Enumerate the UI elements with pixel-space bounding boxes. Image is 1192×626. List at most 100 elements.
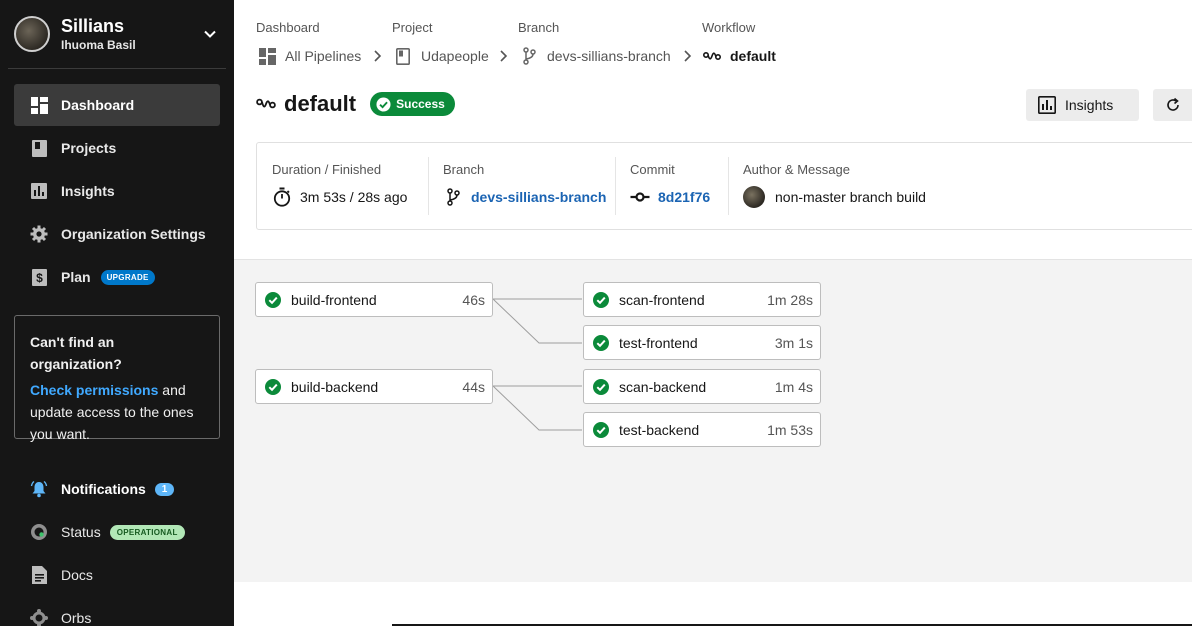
duration-value: 3m 53s / 28s ago: [300, 189, 408, 205]
breadcrumb-value: default: [730, 48, 776, 64]
sidebar-item-label: Dashboard: [61, 97, 135, 113]
breadcrumb-value: All Pipelines: [285, 48, 362, 64]
breadcrumb-label-dashboard: Dashboard: [256, 20, 320, 35]
sidebar-divider: [8, 68, 226, 69]
orbs-icon: [30, 609, 48, 626]
chevron-right-icon: [684, 50, 692, 62]
status-badge: OPERATIONAL: [109, 524, 185, 540]
user-name: Ihuoma Basil: [61, 38, 136, 52]
breadcrumb-value: Udapeople: [421, 48, 489, 64]
bell-icon: [30, 480, 48, 498]
workflow-header: default Success: [256, 90, 455, 118]
breadcrumb-workflow[interactable]: default: [703, 45, 776, 67]
job-build-frontend[interactable]: build-frontend 46s: [255, 282, 493, 317]
job-test-frontend[interactable]: test-frontend 3m 1s: [583, 325, 821, 360]
commit-message: non-master branch build: [775, 189, 926, 205]
notification-count-badge: 1: [154, 482, 175, 496]
status-label: Status: [61, 524, 101, 540]
job-name: test-backend: [619, 421, 700, 438]
job-name: scan-frontend: [619, 291, 705, 308]
breadcrumb-label-branch: Branch: [518, 20, 560, 35]
sidebar-item-status[interactable]: Status OPERATIONAL: [30, 520, 185, 544]
org-name: Sillians: [61, 16, 125, 36]
duration-label: Duration / Finished: [272, 162, 382, 177]
branch-link[interactable]: devs-sillians-branch: [471, 189, 606, 205]
check-circle-icon: [265, 378, 281, 395]
commit-icon: [630, 187, 650, 207]
breadcrumb-branch[interactable]: devs-sillians-branch: [520, 45, 671, 67]
job-duration: 3m 1s: [774, 335, 813, 351]
docs-icon: [30, 566, 48, 584]
job-build-backend[interactable]: build-backend 44s: [255, 369, 493, 404]
commit-label: Commit: [630, 162, 675, 177]
breadcrumb-project[interactable]: Udapeople: [394, 45, 489, 67]
org-switcher[interactable]: Sillians Ihuoma Basil: [14, 16, 226, 52]
job-name: build-frontend: [291, 291, 377, 308]
job-duration: 1m 28s: [767, 292, 813, 308]
insights-button-label: Insights: [1065, 97, 1114, 113]
check-permissions-link[interactable]: Check permissions: [30, 382, 158, 398]
workflow-info-bar: Duration / Finished 3m 53s / 28s ago Bra…: [256, 142, 1192, 230]
upgrade-badge[interactable]: UPGRADE: [100, 269, 155, 285]
check-circle-icon: [593, 334, 609, 351]
status-text: Success: [396, 97, 445, 111]
branch-icon: [443, 187, 463, 207]
insights-button[interactable]: Insights: [1026, 89, 1139, 121]
workflow-icon: [703, 47, 721, 65]
divider: [428, 157, 429, 215]
stopwatch-icon: [272, 187, 292, 207]
breadcrumb-label-workflow: Workflow: [702, 20, 756, 35]
projects-icon: [30, 139, 48, 157]
job-scan-frontend[interactable]: scan-frontend 1m 28s: [583, 282, 821, 317]
author-avatar: [743, 186, 765, 208]
sidebar-item-projects[interactable]: Projects: [14, 127, 220, 169]
chevron-right-icon: [500, 50, 508, 62]
status-icon: [30, 523, 48, 541]
sidebar-item-notifications[interactable]: Notifications 1: [30, 477, 175, 501]
job-scan-backend[interactable]: scan-backend 1m 4s: [583, 369, 821, 404]
sidebar-item-orbs[interactable]: Orbs: [30, 606, 91, 626]
sidebar-item-dashboard[interactable]: Dashboard: [14, 84, 220, 126]
org-help-title: Can't find an organization?: [30, 334, 122, 372]
sidebar-item-plan[interactable]: $ Plan UPGRADE: [14, 256, 220, 298]
refresh-icon: [1167, 97, 1179, 111]
divider: [615, 157, 616, 215]
job-duration: 44s: [462, 379, 485, 395]
insights-icon: [30, 182, 48, 200]
workflow-graph: build-frontend 46s scan-frontend 1m 28s …: [234, 259, 1192, 582]
chevron-down-icon[interactable]: [202, 26, 218, 42]
sidebar-item-insights[interactable]: Insights: [14, 170, 220, 212]
dashboard-icon: [30, 96, 48, 114]
workflow-icon: [256, 98, 276, 109]
job-duration: 46s: [462, 292, 485, 308]
job-test-backend[interactable]: test-backend 1m 53s: [583, 412, 821, 447]
divider: [728, 157, 729, 215]
status-badge: Success: [370, 92, 455, 116]
plan-icon: $: [30, 268, 48, 286]
job-duration: 1m 4s: [774, 379, 813, 395]
sidebar: Sillians Ihuoma Basil Dashboard Projects…: [0, 0, 234, 626]
sidebar-item-label: Organization Settings: [61, 226, 206, 242]
sidebar-item-organization-settings[interactable]: Organization Settings: [14, 213, 220, 255]
job-name: build-backend: [291, 378, 379, 395]
branch-icon: [520, 47, 538, 65]
insights-icon: [1038, 96, 1056, 114]
svg-text:$: $: [36, 271, 43, 285]
chevron-right-icon: [374, 50, 382, 62]
job-duration: 1m 53s: [767, 422, 813, 438]
gear-icon: [30, 225, 48, 243]
breadcrumb-label-project: Project: [392, 20, 433, 35]
sidebar-item-label: Plan: [61, 269, 91, 285]
sidebar-item-docs[interactable]: Docs: [30, 563, 93, 587]
check-circle-icon: [593, 291, 609, 308]
job-name: test-frontend: [619, 334, 698, 351]
notifications-label: Notifications: [61, 481, 146, 497]
breadcrumb-all-pipelines[interactable]: All Pipelines: [258, 45, 361, 67]
check-circle-icon: [265, 291, 281, 308]
rerun-button[interactable]: [1153, 89, 1192, 121]
sidebar-item-label: Insights: [61, 183, 115, 199]
pipelines-icon: [258, 47, 276, 65]
commit-link[interactable]: 8d21f76: [658, 189, 710, 205]
docs-label: Docs: [61, 567, 93, 583]
check-circle-icon: [376, 96, 391, 112]
